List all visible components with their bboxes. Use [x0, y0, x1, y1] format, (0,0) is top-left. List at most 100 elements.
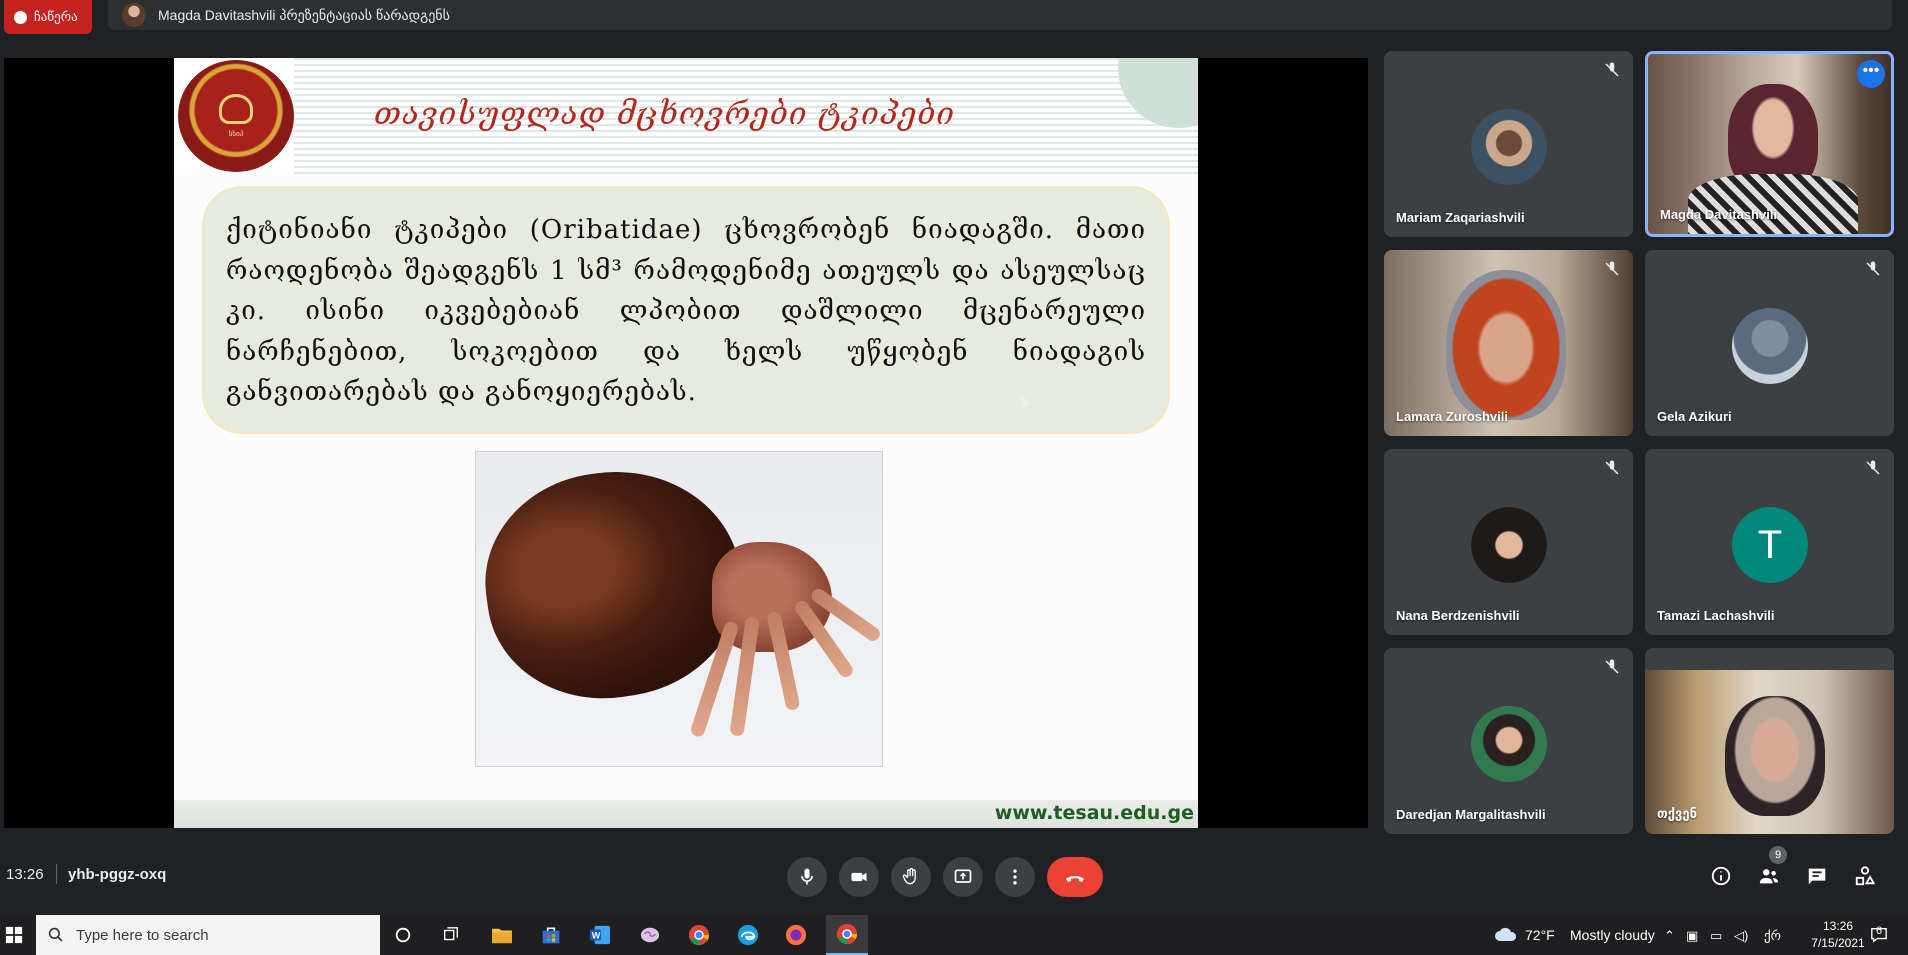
mic-off-icon	[1603, 459, 1621, 477]
slide-footer: www.tesau.edu.ge	[174, 800, 1198, 828]
chrome-icon	[836, 923, 858, 945]
chrome-icon	[688, 924, 710, 946]
meeting-controls: 13:26 yhb-pggz-oxq	[0, 848, 1908, 906]
windows-logo-icon	[5, 926, 23, 944]
presenter-banner: Magda Davitashvili პრეზენტაციას წარადგენ…	[108, 0, 1892, 30]
firefox-icon	[785, 924, 807, 946]
participant-tile[interactable]: T Tamazi Lachashvili	[1645, 449, 1894, 635]
participant-tile[interactable]: Daredjan Margalitashvili	[1384, 648, 1633, 834]
present-screen-button[interactable]	[943, 857, 983, 897]
edge-button[interactable]	[735, 923, 761, 947]
meeting-time: 13:26	[6, 866, 44, 883]
network-icon[interactable]: ▭	[1710, 928, 1722, 944]
input-language[interactable]: ქრ	[1764, 928, 1781, 944]
hand-icon	[902, 868, 916, 885]
raise-hand-button[interactable]	[891, 857, 931, 897]
participant-tile[interactable]: Nana Berdzenishvili	[1384, 449, 1633, 635]
participant-tile[interactable]: Gela Azikuri	[1645, 250, 1894, 436]
windows-taskbar: Type here to search W 72°F Mostly cloudy…	[0, 915, 1908, 955]
slide-body-text: ქიტინიანი ტკიპები (Oribatidae) ცხოვრობენ…	[226, 215, 1146, 407]
participant-tile-active-speaker[interactable]: ••• Magda Davitashvili	[1645, 51, 1894, 237]
store-button[interactable]	[538, 923, 564, 947]
letter-avatar: T	[1732, 507, 1808, 583]
participant-figure	[1725, 696, 1825, 816]
folder-icon	[492, 928, 512, 944]
start-button[interactable]	[0, 915, 28, 955]
participant-name: Tamazi Lachashvili	[1657, 608, 1775, 623]
avatar	[1471, 507, 1547, 583]
logo-emblem-icon	[219, 94, 253, 124]
hang-up-icon	[1066, 876, 1084, 882]
participant-name: Nana Berdzenishvili	[1396, 608, 1520, 623]
participant-tile[interactable]: Mariam Zaqariashvili	[1384, 51, 1633, 237]
logo-caption: სსიპ	[228, 131, 244, 138]
participant-name: Magda Davitashvili	[1660, 207, 1778, 222]
meet-window: ჩაწერა Magda Davitashvili პრეზენტაციას წ…	[0, 0, 1908, 955]
slide-header: სსიპ თავისუფლად მცხოვრები ტკიპები	[174, 58, 1198, 174]
participant-tile-self[interactable]: თქვენ	[1645, 648, 1894, 834]
task-view-button[interactable]	[438, 923, 464, 947]
svg-text:W: W	[592, 931, 601, 941]
presentation-stage[interactable]: სსიპ თავისუფლად მცხოვრები ტკიპები ქიტინი…	[4, 58, 1368, 828]
slide: სსიპ თავისუფლად მცხოვრები ტკიპები ქიტინი…	[174, 58, 1198, 828]
weather-temperature[interactable]: 72°F	[1525, 927, 1555, 943]
divider	[56, 864, 57, 884]
search-placeholder: Type here to search	[76, 926, 209, 944]
mic-off-icon	[1603, 658, 1621, 676]
brain-app-icon	[640, 927, 660, 943]
camera-icon	[851, 872, 867, 882]
participant-name: Mariam Zaqariashvili	[1396, 210, 1525, 225]
store-icon	[542, 927, 560, 944]
presenter-avatar	[122, 3, 146, 27]
more-options-button[interactable]: •••	[1857, 60, 1885, 88]
chrome-active-window-button[interactable]	[826, 915, 868, 955]
activities-button[interactable]	[1851, 862, 1879, 890]
participant-name: თქვენ	[1657, 806, 1697, 821]
recording-button[interactable]: ჩაწერა	[4, 0, 92, 34]
taskbar-search[interactable]: Type here to search	[36, 915, 380, 955]
app-button[interactable]	[637, 923, 663, 947]
mic-off-icon	[1603, 260, 1621, 278]
task-view-icon	[444, 927, 458, 941]
people-button[interactable]	[1755, 862, 1783, 890]
cloud-icon[interactable]	[1494, 926, 1518, 942]
mic-off-icon	[1864, 459, 1882, 477]
clock-date[interactable]: 7/15/2021	[1808, 936, 1868, 950]
tray-app-icon[interactable]: ▣	[1686, 928, 1698, 944]
more-vert-icon	[1013, 869, 1017, 885]
mic-off-icon	[1603, 61, 1621, 79]
chrome-button[interactable]	[686, 923, 712, 947]
avatar	[1471, 706, 1547, 782]
slide-url: www.tesau.edu.ge	[994, 802, 1194, 824]
volume-icon[interactable]: ◁)	[1734, 928, 1748, 944]
clock-time[interactable]: 13:26	[1808, 919, 1868, 933]
participant-figure	[1446, 270, 1566, 420]
word-button[interactable]: W	[587, 923, 613, 947]
show-hidden-icons-chevron-icon[interactable]: ⌃	[1664, 928, 1675, 944]
participant-tile[interactable]: Lamara Zuroshvili	[1384, 250, 1633, 436]
avatar	[1471, 109, 1547, 185]
microphone-icon	[801, 868, 813, 885]
word-icon: W	[590, 925, 610, 945]
mite-photo	[475, 451, 883, 767]
record-dot-icon	[14, 10, 27, 24]
more-options-button[interactable]	[995, 857, 1035, 897]
weather-condition[interactable]: Mostly cloudy	[1570, 927, 1655, 943]
mic-off-icon	[1864, 260, 1882, 278]
top-bar: ჩაწერა Magda Davitashvili პრეზენტაციას წ…	[0, 0, 1908, 34]
presenter-text: Magda Davitashvili პრეზენტაციას წარადგენ…	[158, 6, 450, 23]
participant-name: Daredjan Margalitashvili	[1396, 807, 1546, 822]
info-icon	[1711, 866, 1731, 886]
cortana-button[interactable]	[390, 923, 416, 947]
microphone-button[interactable]	[787, 857, 827, 897]
participant-name: Gela Azikuri	[1657, 409, 1732, 424]
camera-button[interactable]	[839, 857, 879, 897]
avatar	[1732, 308, 1808, 384]
notification-count: 6	[1876, 925, 1883, 937]
leave-call-button[interactable]	[1047, 857, 1103, 897]
participant-name: Lamara Zuroshvili	[1396, 409, 1508, 424]
chat-button[interactable]	[1803, 862, 1831, 890]
meeting-details-button[interactable]	[1707, 862, 1735, 890]
firefox-button[interactable]	[783, 923, 809, 947]
file-explorer-button[interactable]	[489, 923, 515, 947]
